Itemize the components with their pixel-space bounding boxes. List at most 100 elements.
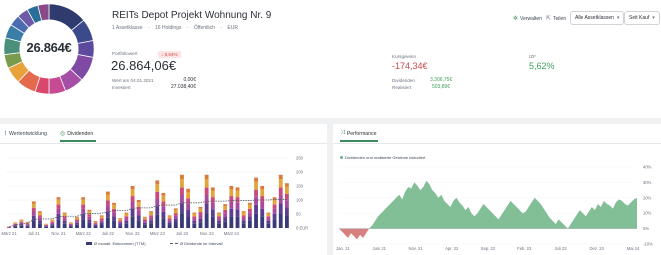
- bar-segment: [254, 181, 258, 190]
- bar-segment: [142, 224, 147, 228]
- bar-segment: [223, 217, 228, 222]
- x-tick-label: März 22: [76, 231, 92, 236]
- bar-segment: [75, 224, 79, 228]
- x-tick-label: Juli 23: [554, 246, 567, 251]
- gear-icon: ✲: [513, 16, 519, 22]
- bar-segment: [118, 218, 123, 219]
- x-tick-label: März 21: [2, 231, 18, 236]
- bar-segment: [62, 220, 67, 224]
- bar-segment: [149, 223, 154, 228]
- bar-segment: [149, 217, 154, 221]
- bar-segment: [180, 179, 184, 188]
- x-tick-label: Juni 21: [372, 246, 386, 251]
- bar-segment: [31, 201, 36, 204]
- bar-segment: [266, 218, 271, 221]
- bar-segment: [50, 221, 55, 223]
- legend-bars: Ø monatl. Einkommen (TTM): [86, 241, 146, 246]
- share-button[interactable]: ⇱ Teilen: [546, 15, 566, 23]
- bar-segment: [62, 223, 67, 228]
- bar-segment: [56, 197, 61, 200]
- bar-segment: [161, 195, 166, 202]
- manage-button[interactable]: ✲ Verwalten: [513, 15, 542, 23]
- x-tick-label: Nov. 21: [408, 246, 423, 251]
- bar-segment: [247, 202, 252, 205]
- bar-segment: [105, 217, 110, 228]
- bar-segment: [173, 209, 178, 214]
- bar-segment: [192, 213, 197, 217]
- bar-segment: [124, 216, 129, 219]
- dividends-value: 3.306,75€: [430, 77, 453, 83]
- bar-segment: [124, 212, 129, 214]
- bar-segment: [192, 218, 197, 221]
- bar-segment: [192, 220, 197, 224]
- bar-segment: [81, 213, 86, 220]
- subtitle-holdings: 16 Holdings: [155, 25, 182, 31]
- x-tick-label: Dez. 23: [590, 246, 605, 251]
- bar-segment: [62, 212, 67, 214]
- bar-segment: [235, 187, 240, 191]
- bar-segment: [25, 223, 30, 225]
- y-tick-label: 50: [296, 212, 301, 217]
- bar-segment: [38, 212, 42, 216]
- x-tick-label: Juli 21: [28, 231, 41, 236]
- bar-segment: [192, 212, 197, 214]
- bar-segment: [93, 221, 98, 222]
- bar-segment: [130, 186, 135, 190]
- bar-segment: [247, 216, 252, 221]
- invested-label: Investiert: [112, 85, 131, 90]
- portfolio-change-value: 0,64%: [164, 52, 178, 57]
- time-range-select-value: Seit Kauf: [629, 15, 650, 21]
- bar-segment: [167, 216, 172, 219]
- bar-segment: [260, 201, 265, 209]
- bar-segment: [13, 222, 18, 224]
- bar-segment: [81, 199, 86, 205]
- bar-segment: [229, 186, 234, 190]
- bar-segment: [186, 191, 191, 199]
- bar-segment: [180, 213, 184, 228]
- bar-segment: [278, 213, 283, 228]
- bar-segment: [38, 215, 42, 218]
- y-tick-label: 100: [296, 198, 304, 203]
- bar-segment: [167, 215, 172, 217]
- bar-segment: [210, 216, 215, 228]
- bar-segment: [241, 212, 246, 216]
- bar-segment: [149, 215, 154, 218]
- performance-area-negative: [339, 228, 637, 240]
- bar-segment: [210, 187, 215, 191]
- bar-segment: [68, 224, 73, 226]
- bar-segment: [38, 220, 42, 224]
- bar-segment: [229, 189, 234, 197]
- bar-segment: [254, 177, 258, 182]
- y-tick-label: 0 EUR: [296, 226, 308, 231]
- bar-segment: [105, 194, 110, 201]
- time-range-select[interactable]: Seit Kauf ▾: [624, 11, 660, 25]
- bar-segment: [155, 184, 160, 192]
- bar-segment: [56, 208, 61, 214]
- bar-segment: [284, 186, 289, 194]
- bar-segment: [167, 218, 172, 221]
- bar-segment: [105, 200, 110, 206]
- value-at-date-label: Wert am 04.01.2021: [112, 78, 154, 83]
- x-tick-label: Jan. 21: [336, 246, 350, 251]
- portfolio-summary-card: 26.864€ REITs Depot Projekt Wohnung Nr. …: [0, 0, 661, 118]
- dividends-bar-chart[interactable]: 0 EUR 50 100 150 200 250 März 21 Juli 21 Nov. 21…: [0, 124, 327, 255]
- bar-segment: [50, 220, 55, 222]
- bar-segment: [272, 208, 277, 214]
- bar-segment: [44, 226, 49, 227]
- legend-bars-label: Ø monatl. Einkommen (TTM): [94, 241, 146, 246]
- asset-class-select[interactable]: Alle Assetklassen ▾: [570, 11, 625, 25]
- bar-segment: [118, 220, 123, 222]
- bar-segment: [198, 207, 203, 209]
- bar-segment: [19, 220, 24, 222]
- bar-segment: [31, 203, 36, 208]
- bar-segment: [81, 204, 86, 209]
- bar-segment: [44, 224, 49, 225]
- performance-area-chart[interactable]: 40% 30% 20% 10% 0% -10% Jan. 21 Juni 21 Nov. 21 A…: [333, 124, 661, 255]
- subtitle-dot: ·: [186, 25, 189, 31]
- portfolio-value-label: Portfoliowert: [112, 51, 138, 56]
- y-tick-label: 30%: [643, 180, 652, 185]
- bar-segment: [136, 220, 141, 228]
- bar-segment: [161, 218, 166, 228]
- bar-segment: [124, 218, 129, 221]
- bar-segment: [198, 212, 203, 215]
